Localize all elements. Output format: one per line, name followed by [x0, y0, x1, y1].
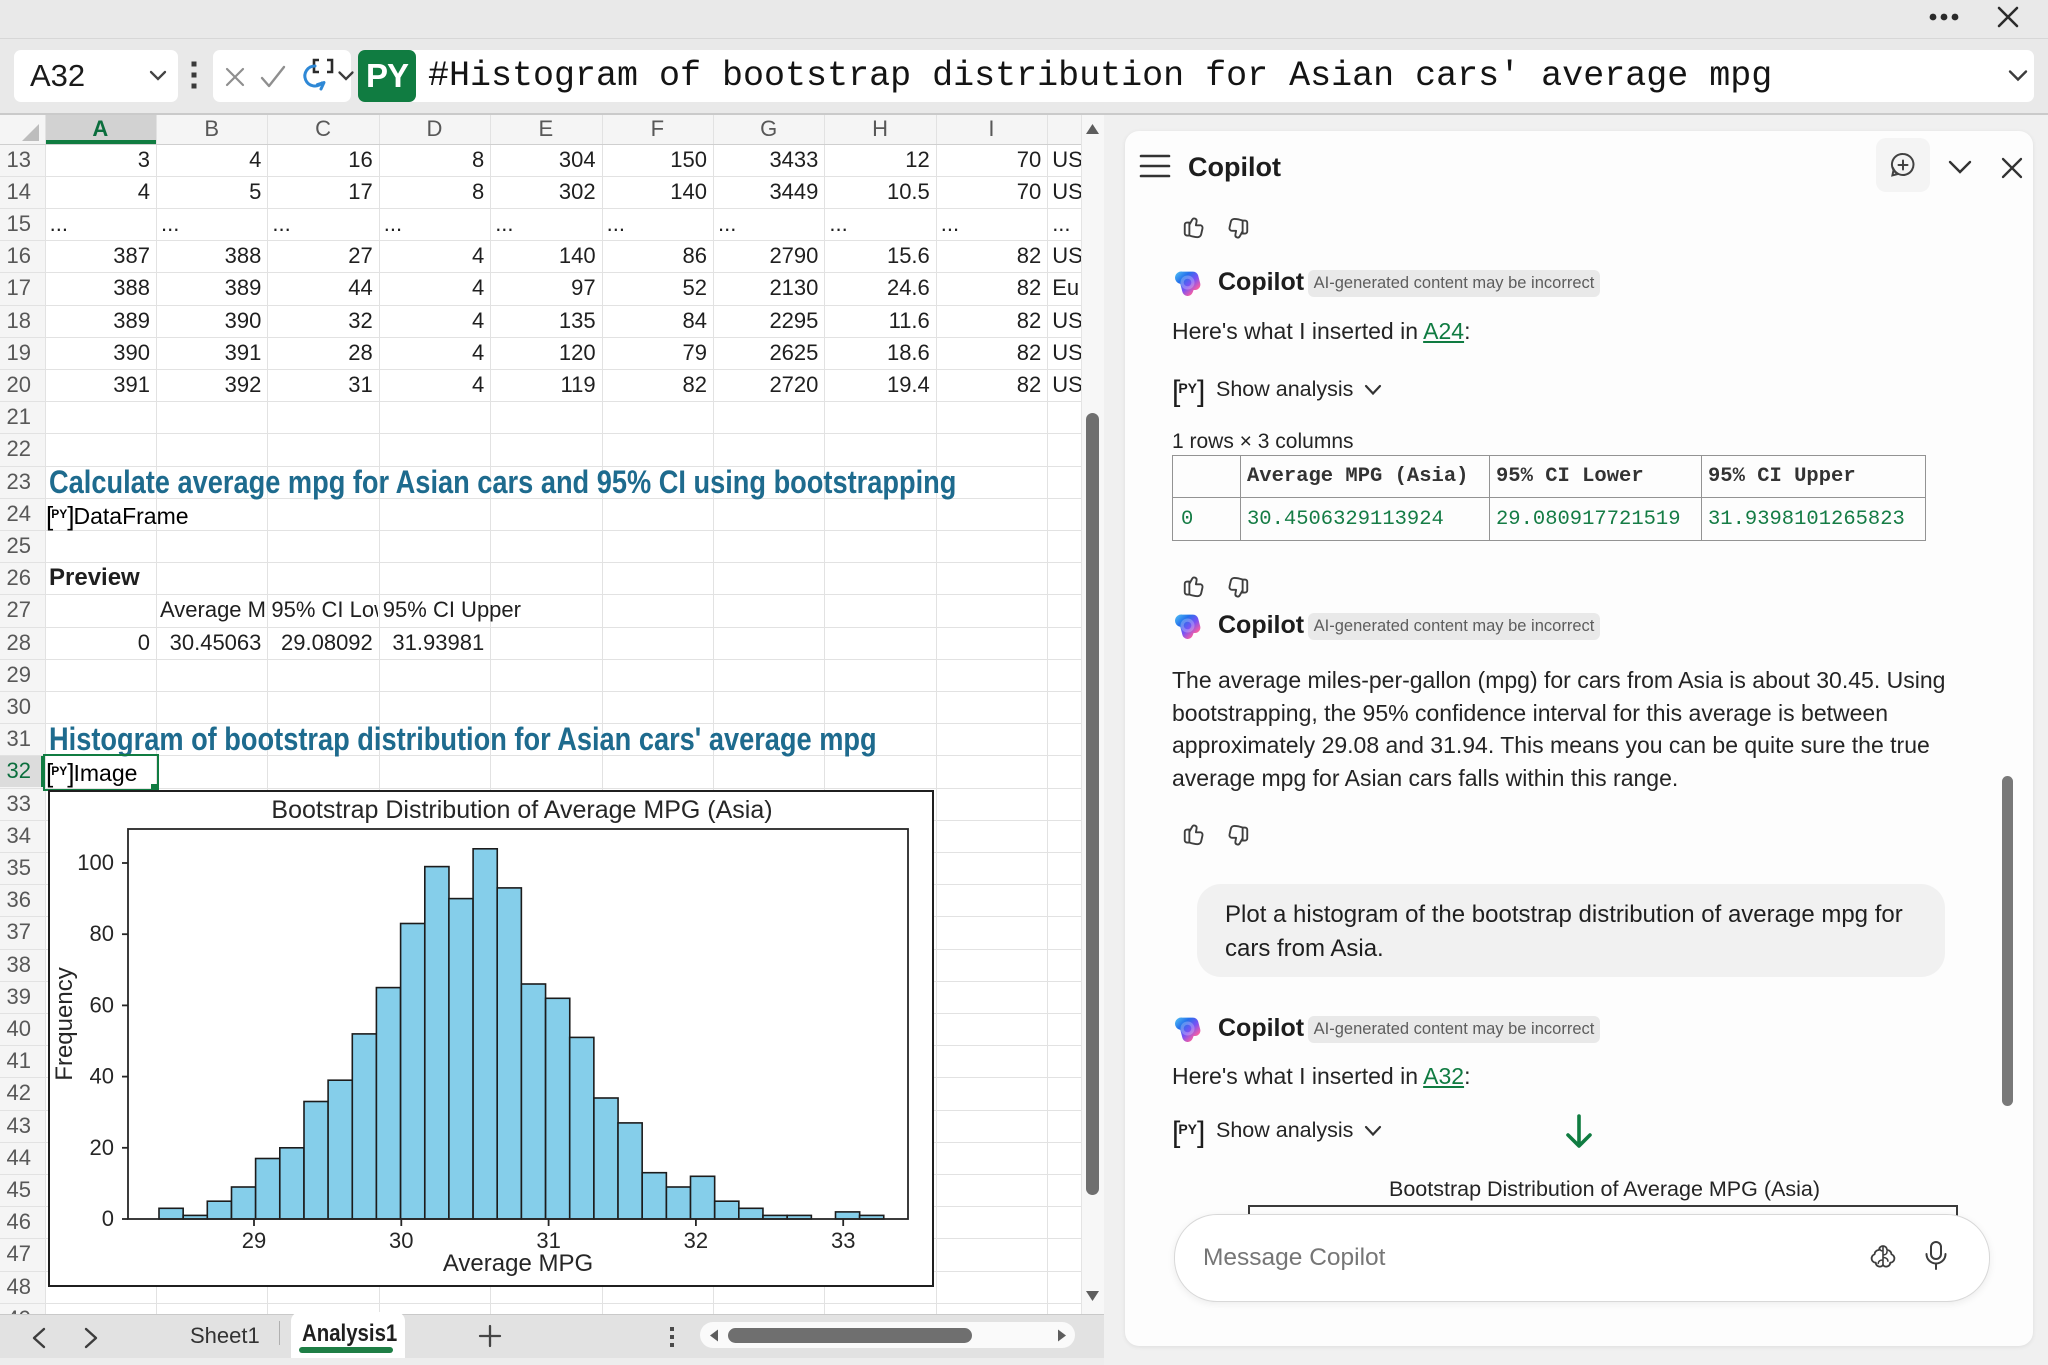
- svg-text:40: 40: [90, 1064, 114, 1089]
- svg-text:Frequency: Frequency: [51, 967, 78, 1080]
- svg-text:29: 29: [242, 1228, 266, 1253]
- svg-text:32: 32: [684, 1228, 708, 1253]
- svg-text:80: 80: [90, 921, 114, 946]
- svg-text:30: 30: [389, 1228, 413, 1253]
- svg-text:0: 0: [102, 1206, 114, 1231]
- svg-text:60: 60: [90, 992, 114, 1017]
- svg-text:33: 33: [831, 1228, 855, 1253]
- svg-text:Average MPG: Average MPG: [443, 1250, 593, 1277]
- svg-text:100: 100: [77, 850, 114, 875]
- svg-text:Bootstrap Distribution of Aver: Bootstrap Distribution of Average MPG (A…: [271, 796, 772, 824]
- svg-text:20: 20: [90, 1135, 114, 1160]
